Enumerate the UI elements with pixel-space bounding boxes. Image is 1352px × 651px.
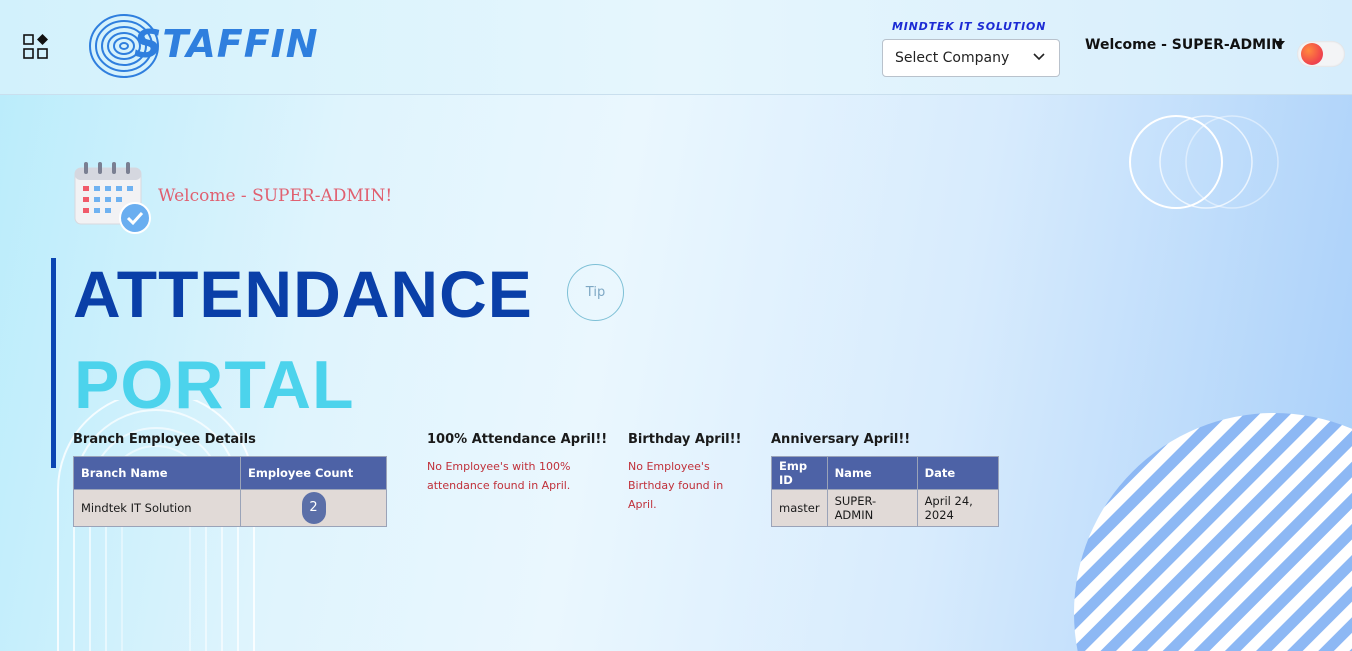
branch-name-cell: Mindtek IT Solution — [73, 489, 241, 527]
title-accent-bar — [51, 258, 56, 468]
column-header: Employee Count — [240, 456, 387, 490]
branch-table: Branch Name Employee Count Mindtek IT So… — [73, 456, 387, 527]
company-label: MINDTEK IT SOLUTION — [892, 20, 1047, 33]
attendance-section-title: 100% Attendance April!! — [427, 432, 608, 447]
decorative-circles — [1129, 115, 1279, 209]
employee-count-cell: 2 — [240, 489, 387, 527]
table-row: Mindtek IT Solution 2 — [73, 489, 387, 527]
note-line: Birthday found in — [628, 479, 724, 492]
theme-toggle[interactable] — [1297, 41, 1345, 67]
user-menu-toggle[interactable]: Welcome - SUPER-ADMIN — [1085, 37, 1283, 53]
grid-menu-icon[interactable] — [23, 34, 49, 60]
tip-button[interactable]: Tip — [567, 264, 624, 321]
company-select-value: Select Company — [895, 50, 1010, 66]
brand-logo-text: STAFFIN — [134, 22, 319, 66]
company-select[interactable]: Select Company — [882, 39, 1060, 77]
page-title-line2: PORTAL — [74, 347, 355, 423]
column-header: Name — [826, 456, 918, 490]
calendar-check-icon — [74, 162, 151, 234]
branch-section-title: Branch Employee Details — [73, 432, 256, 447]
anniversary-section-title: Anniversary April!! — [771, 432, 911, 447]
column-header: Date — [916, 456, 1000, 490]
welcome-message: Welcome - SUPER-ADMIN! — [158, 186, 393, 206]
birthday-empty-note: No Employee's Birthday found in April. — [628, 457, 723, 514]
chevron-down-icon — [1033, 53, 1045, 61]
table-header-row: Emp ID Name Date — [771, 456, 1000, 490]
column-header: Branch Name — [73, 456, 241, 490]
decorative-striped-circle — [1074, 413, 1352, 651]
table-header-row: Branch Name Employee Count — [73, 456, 387, 490]
attendance-empty-note: No Employee's with 100% attendance found… — [427, 457, 570, 495]
name-cell: SUPER-ADMIN — [826, 489, 918, 527]
page-title-line1: ATTENDANCE — [73, 257, 533, 331]
anniversary-table: Emp ID Name Date master SUPER-ADMIN Apri… — [771, 456, 1000, 527]
note-line: attendance found in April. — [427, 479, 571, 492]
date-cell: April 24, 2024 — [916, 489, 1000, 527]
caret-down-icon[interactable] — [1275, 41, 1285, 47]
employee-count-badge[interactable]: 2 — [301, 492, 326, 524]
emp-id-cell: master — [771, 489, 828, 527]
note-line: No Employee's with 100% — [427, 460, 571, 473]
birthday-section-title: Birthday April!! — [628, 432, 742, 447]
note-line: April. — [628, 498, 657, 511]
column-header: Emp ID — [771, 456, 828, 490]
table-row: master SUPER-ADMIN April 24, 2024 — [771, 489, 1000, 527]
toggle-knob — [1301, 43, 1323, 65]
note-line: No Employee's — [628, 460, 710, 473]
